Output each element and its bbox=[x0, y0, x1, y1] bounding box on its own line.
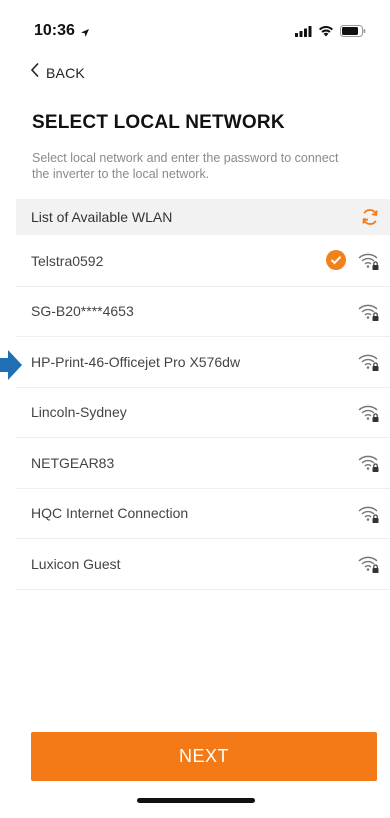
wifi-locked-icon bbox=[356, 452, 380, 474]
wifi-locked-icon bbox=[356, 301, 380, 323]
wlan-list-header: List of Available WLAN bbox=[16, 199, 390, 235]
network-row[interactable]: Telstra0592 bbox=[16, 236, 390, 287]
battery-icon bbox=[340, 24, 366, 42]
network-name: Lincoln-Sydney bbox=[31, 404, 127, 421]
network-row[interactable]: SG-B20****4653 bbox=[16, 287, 390, 337]
network-row[interactable]: NETGEAR83 bbox=[16, 438, 390, 489]
page-title: SELECT LOCAL NETWORK bbox=[32, 112, 285, 133]
status-bar: 10:36 bbox=[0, 0, 390, 56]
back-button[interactable]: BACK bbox=[30, 62, 85, 83]
arrow-right-icon bbox=[0, 349, 22, 386]
network-row[interactable]: Luxicon Guest bbox=[16, 539, 390, 590]
network-row[interactable]: HP-Print-46-Officejet Pro X576dw bbox=[16, 337, 390, 388]
network-name: Telstra0592 bbox=[31, 252, 104, 269]
status-time: 10:36 bbox=[34, 22, 75, 39]
wlan-list-title: List of Available WLAN bbox=[31, 209, 173, 225]
network-row[interactable]: Lincoln-Sydney bbox=[16, 388, 390, 438]
page-description: Select local network and enter the passw… bbox=[32, 151, 339, 181]
wifi-locked-icon bbox=[356, 503, 380, 525]
home-indicator bbox=[137, 798, 255, 803]
wifi-locked-icon bbox=[356, 553, 380, 575]
location-arrow-icon bbox=[80, 25, 90, 43]
selected-check-icon bbox=[326, 250, 346, 270]
back-label: BACK bbox=[46, 64, 85, 81]
network-name: HQC Internet Connection bbox=[31, 505, 189, 522]
refresh-icon[interactable] bbox=[360, 207, 380, 227]
chevron-left-icon bbox=[30, 62, 40, 83]
network-name: SG-B20****4653 bbox=[31, 303, 134, 320]
network-row[interactable]: HQC Internet Connection bbox=[16, 489, 390, 539]
next-button[interactable]: NEXT bbox=[31, 732, 377, 781]
wifi-locked-icon bbox=[356, 250, 380, 272]
network-name: NETGEAR83 bbox=[31, 454, 115, 471]
wlan-list: Telstra0592 SG-B20****4653 HP-Print-46-Off… bbox=[16, 236, 390, 590]
wifi-locked-icon bbox=[356, 351, 380, 373]
wifi-status-icon bbox=[318, 24, 334, 42]
network-name: HP-Print-46-Officejet Pro X576dw bbox=[31, 353, 241, 370]
status-icons bbox=[295, 24, 366, 42]
network-name: Luxicon Guest bbox=[31, 555, 121, 572]
cellular-signal-icon bbox=[295, 24, 312, 42]
wifi-locked-icon bbox=[356, 402, 380, 424]
